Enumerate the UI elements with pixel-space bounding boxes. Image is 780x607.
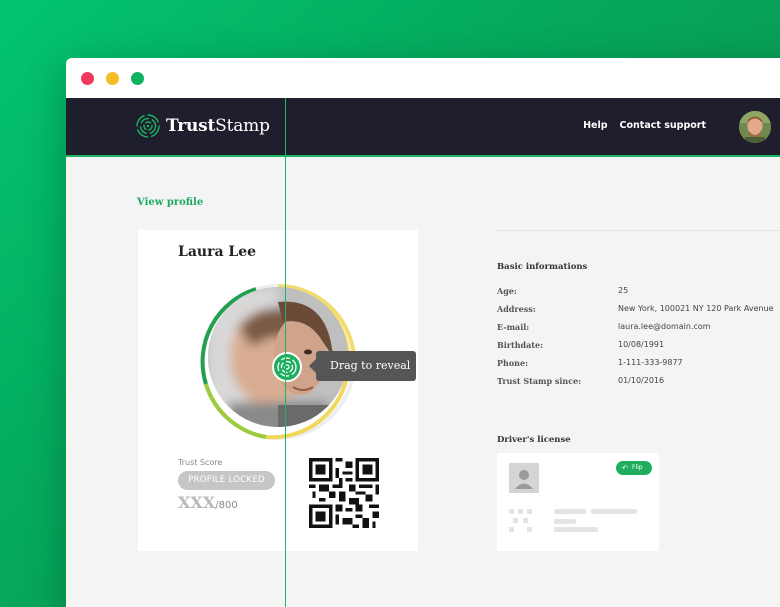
qr-code (309, 458, 379, 528)
license-qr-dot (509, 527, 514, 532)
trust-score-label: Trust Score (178, 458, 223, 467)
fingerprint-icon (277, 357, 297, 377)
browser-window: TrustStamp Help Contact support View pro… (66, 58, 780, 607)
info-value: 10/08/1991 (618, 340, 665, 349)
info-key: Age: (497, 286, 517, 296)
close-window-button[interactable] (81, 72, 94, 85)
info-key: Birthdate: (497, 340, 544, 350)
nav-links: Help Contact support (583, 120, 706, 131)
view-profile-link[interactable]: View profile (137, 197, 203, 208)
section-divider (497, 230, 780, 231)
info-row-address: Address: New York, 100021 NY 120 Park Av… (497, 304, 774, 314)
profile-locked-badge: PROFILE LOCKED (178, 471, 275, 490)
nav-contact-support-link[interactable]: Contact support (620, 120, 706, 131)
trust-score-max: /800 (215, 500, 238, 511)
license-placeholder-line (591, 509, 637, 514)
basic-info-title: Basic informations (497, 262, 588, 272)
profile-card: Laura Lee Drag to reveal Trust Score PRO… (138, 230, 418, 551)
flip-label: Flip (632, 464, 643, 471)
license-placeholder-line (554, 509, 586, 514)
info-row-phone: Phone: 1-111-333-9877 (497, 358, 683, 368)
license-photo-placeholder (509, 463, 539, 493)
truststamp-logo[interactable]: TrustStamp (136, 114, 270, 138)
license-qr-dot (523, 518, 528, 523)
main-content: View profile Laura Lee Drag to reveal Tr… (66, 98, 780, 607)
license-qr-dot (527, 509, 532, 514)
info-key: Address: (497, 304, 536, 314)
info-row-member-since: Trust Stamp since: 01/10/2016 (497, 376, 664, 386)
trust-score-value: XXX/800 (178, 493, 238, 512)
drivers-license-card: ↶ Flip (497, 453, 659, 551)
license-placeholder-line (554, 519, 576, 524)
license-qr-dot (513, 518, 518, 523)
avatar-photo (739, 111, 771, 143)
info-key: E-mail: (497, 322, 530, 332)
info-value: New York, 100021 NY 120 Park Avenue (618, 304, 774, 313)
drag-reveal-handle[interactable] (272, 352, 302, 382)
license-qr-dot (509, 509, 514, 514)
info-value: 25 (618, 286, 629, 295)
info-row-birthdate: Birthdate: 10/08/1991 (497, 340, 664, 350)
nav-help-link[interactable]: Help (583, 120, 607, 131)
info-value: 1-111-333-9877 (618, 358, 683, 367)
window-titlebar (66, 58, 780, 98)
info-key: Trust Stamp since: (497, 376, 582, 386)
top-navbar: TrustStamp Help Contact support (66, 98, 780, 157)
info-key: Phone: (497, 358, 529, 368)
user-avatar[interactable] (739, 111, 771, 143)
info-row-email: E-mail: laura.lee@domain.com (497, 322, 711, 332)
undo-arrow-icon: ↶ (622, 464, 628, 472)
maximize-window-button[interactable] (131, 72, 144, 85)
drivers-license-title: Driver's license (497, 435, 571, 445)
reveal-divider-line[interactable] (285, 98, 286, 607)
logo-text: TrustStamp (166, 116, 270, 136)
drag-to-reveal-tooltip: Drag to reveal (309, 351, 416, 381)
profile-name: Laura Lee (178, 244, 257, 260)
info-row-age: Age: 25 (497, 286, 628, 296)
info-value: 01/10/2016 (618, 376, 665, 385)
trust-score-hidden: XXX (178, 493, 216, 512)
license-qr-dot (518, 509, 523, 514)
user-placeholder-icon (515, 470, 533, 489)
info-value: laura.lee@domain.com (618, 322, 711, 331)
license-placeholder-line (554, 527, 598, 532)
fingerprint-logo-icon (136, 114, 160, 138)
license-qr-dot (527, 527, 532, 532)
minimize-window-button[interactable] (106, 72, 119, 85)
flip-button[interactable]: ↶ Flip (616, 461, 652, 475)
